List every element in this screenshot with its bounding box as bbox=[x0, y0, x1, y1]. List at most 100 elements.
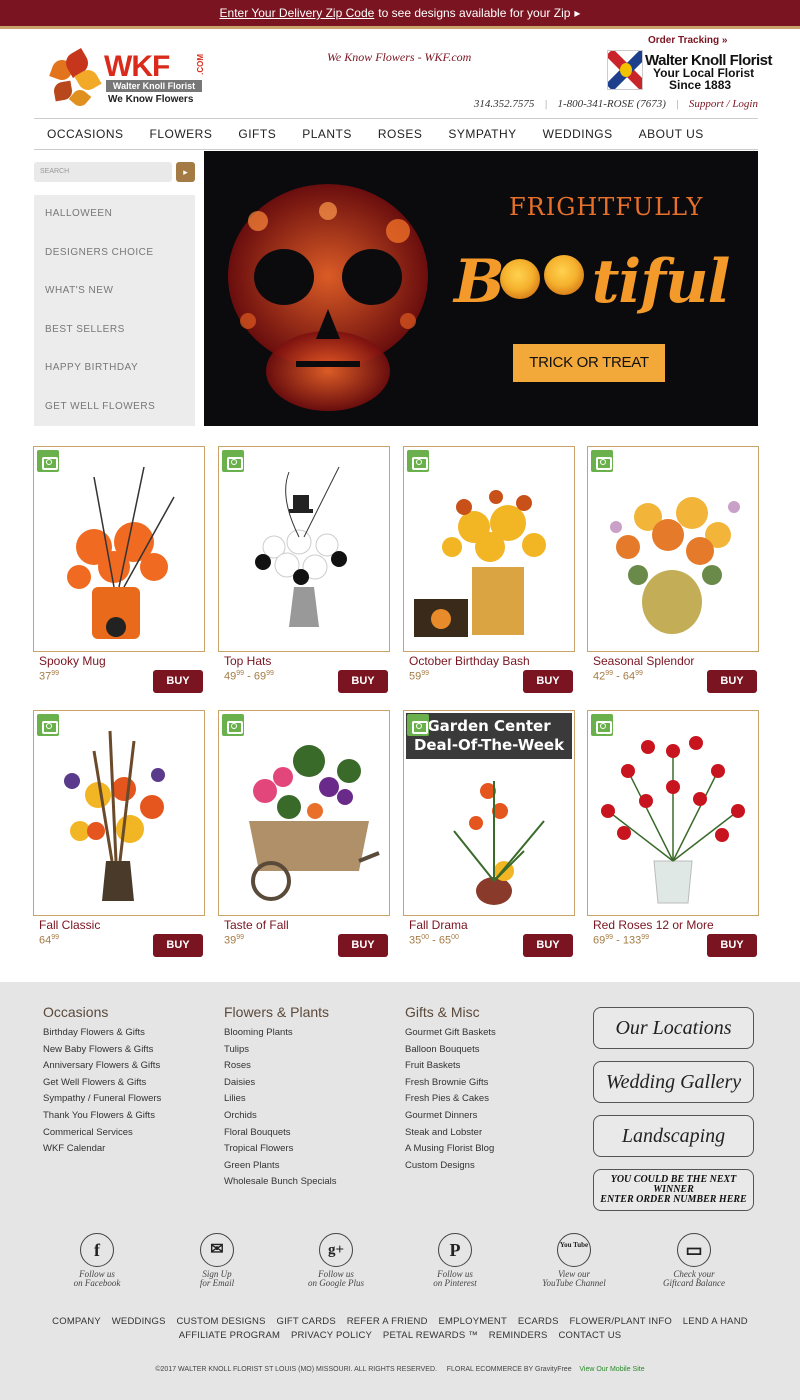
sidebar-item-best-sellers[interactable]: BEST SELLERS bbox=[34, 311, 195, 350]
footer-link[interactable]: Orchids bbox=[224, 1110, 336, 1127]
product-name[interactable]: Fall Classic bbox=[39, 918, 100, 932]
footer-link[interactable]: Gourmet Dinners bbox=[405, 1110, 496, 1127]
footer-link[interactable]: Tulips bbox=[224, 1044, 336, 1061]
phone-local[interactable]: 314.352.7575 bbox=[474, 98, 535, 110]
product-image[interactable] bbox=[587, 710, 759, 916]
mobile-site-link[interactable]: View Our Mobile Site bbox=[579, 1366, 644, 1373]
footer-link[interactable]: Fresh Pies & Cakes bbox=[405, 1093, 496, 1110]
product-name[interactable]: Top Hats bbox=[224, 654, 271, 668]
nav-gifts[interactable]: GIFTS bbox=[238, 127, 276, 141]
facebook-link[interactable]: f Follow us on Facebook bbox=[47, 1233, 147, 1288]
footer-link[interactable]: New Baby Flowers & Gifts bbox=[43, 1044, 161, 1061]
product-image[interactable] bbox=[218, 710, 390, 916]
footer-link[interactable]: Floral Bouquets bbox=[224, 1127, 336, 1144]
footer-link[interactable]: Birthday Flowers & Gifts bbox=[43, 1027, 161, 1044]
camera-icon[interactable] bbox=[407, 714, 429, 736]
footer-link-contact[interactable]: CONTACT US bbox=[558, 1330, 621, 1341]
giftcard-balance-link[interactable]: ▭ Check your Giftcard Balance bbox=[644, 1233, 744, 1288]
nav-flowers[interactable]: FLOWERS bbox=[150, 127, 213, 141]
footer-link-petal-rewards[interactable]: PETAL REWARDS ™ bbox=[383, 1330, 478, 1341]
footer-link[interactable]: Lilies bbox=[224, 1093, 336, 1110]
phone-tollfree[interactable]: 1-800-341-ROSE (7673) bbox=[557, 98, 665, 110]
camera-icon[interactable] bbox=[591, 450, 613, 472]
footer-link[interactable]: Wholesale Bunch Specials bbox=[224, 1176, 336, 1193]
footer-link-reminders[interactable]: REMINDERS bbox=[489, 1330, 548, 1341]
buy-button[interactable]: BUY bbox=[523, 934, 573, 957]
footer-link-employment[interactable]: EMPLOYMENT bbox=[438, 1316, 507, 1327]
footer-link[interactable]: Roses bbox=[224, 1060, 336, 1077]
footer-link[interactable]: Balloon Bouquets bbox=[405, 1044, 496, 1061]
delivery-zip-link[interactable]: Enter Your Delivery Zip Code bbox=[220, 6, 375, 20]
product-image[interactable] bbox=[587, 446, 759, 652]
camera-icon[interactable] bbox=[591, 714, 613, 736]
footer-link[interactable]: Get Well Flowers & Gifts bbox=[43, 1077, 161, 1094]
footer-link-company[interactable]: COMPANY bbox=[52, 1316, 101, 1327]
product-image[interactable] bbox=[33, 446, 205, 652]
footer-link-refer[interactable]: REFER A FRIEND bbox=[347, 1316, 428, 1327]
sidebar-item-happy-birthday[interactable]: HAPPY BIRTHDAY bbox=[34, 349, 195, 388]
google-plus-link[interactable]: g+ Follow us on Google Plus bbox=[286, 1233, 386, 1288]
camera-icon[interactable] bbox=[37, 714, 59, 736]
search-button[interactable]: ▸ bbox=[176, 162, 195, 182]
email-signup-link[interactable]: ✉ Sign Up for Email bbox=[167, 1233, 267, 1288]
buy-button[interactable]: BUY bbox=[338, 934, 388, 957]
footer-link-lend-a-hand[interactable]: LEND A HAND bbox=[683, 1316, 748, 1327]
product-image[interactable] bbox=[33, 710, 205, 916]
buy-button[interactable]: BUY bbox=[153, 934, 203, 957]
footer-link[interactable]: Tropical Flowers bbox=[224, 1143, 336, 1160]
nav-sympathy[interactable]: SYMPATHY bbox=[448, 127, 516, 141]
footer-link[interactable]: Gourmet Gift Baskets bbox=[405, 1027, 496, 1044]
delivery-zip-bar[interactable]: Enter Your Delivery Zip Code to see desi… bbox=[0, 0, 800, 26]
gravityfree-link[interactable]: GravityFree bbox=[535, 1366, 572, 1373]
footer-link-weddings[interactable]: WEDDINGS bbox=[112, 1316, 166, 1327]
product-name[interactable]: Red Roses 12 or More bbox=[593, 918, 714, 932]
buy-button[interactable]: BUY bbox=[707, 934, 757, 957]
buy-button[interactable]: BUY bbox=[338, 670, 388, 693]
product-name[interactable]: Taste of Fall bbox=[224, 918, 289, 932]
footer-link-gift-cards[interactable]: GIFT CARDS bbox=[277, 1316, 336, 1327]
product-name[interactable]: Seasonal Splendor bbox=[593, 654, 694, 668]
sidebar-item-get-well[interactable]: GET WELL FLOWERS bbox=[34, 388, 195, 427]
site-logo[interactable]: WKF .COM Walter Knoll Florist We Know Fl… bbox=[48, 47, 208, 110]
product-name[interactable]: Spooky Mug bbox=[39, 654, 106, 668]
camera-icon[interactable] bbox=[407, 450, 429, 472]
hero-banner[interactable]: FRIGHTFULLY Btiful TRICK OR TREAT bbox=[204, 151, 758, 426]
search-input[interactable]: SEARCH bbox=[34, 162, 172, 182]
wedding-gallery-button[interactable]: Wedding Gallery bbox=[593, 1061, 754, 1103]
footer-link[interactable]: Custom Designs bbox=[405, 1160, 496, 1177]
nav-occasions[interactable]: OCCASIONS bbox=[47, 127, 124, 141]
nav-plants[interactable]: PLANTS bbox=[302, 127, 352, 141]
camera-icon[interactable] bbox=[37, 450, 59, 472]
product-image[interactable]: Garden Center Deal-Of-The-Week bbox=[403, 710, 575, 916]
footer-link[interactable]: Commerical Services bbox=[43, 1127, 161, 1144]
pinterest-link[interactable]: P Follow us on Pinterest bbox=[405, 1233, 505, 1288]
nav-roses[interactable]: ROSES bbox=[378, 127, 423, 141]
footer-link[interactable]: Blooming Plants bbox=[224, 1027, 336, 1044]
support-login-link[interactable]: Support / Login bbox=[689, 98, 758, 110]
youtube-link[interactable]: You Tube View our YouTube Channel bbox=[524, 1233, 624, 1288]
buy-button[interactable]: BUY bbox=[707, 670, 757, 693]
footer-link-custom-designs[interactable]: CUSTOM DESIGNS bbox=[176, 1316, 265, 1327]
footer-link[interactable]: Steak and Lobster bbox=[405, 1127, 496, 1144]
camera-icon[interactable] bbox=[222, 450, 244, 472]
footer-link[interactable]: A Musing Florist Blog bbox=[405, 1143, 496, 1160]
nav-about-us[interactable]: ABOUT US bbox=[639, 127, 704, 141]
trick-or-treat-button[interactable]: TRICK OR TREAT bbox=[513, 344, 665, 382]
footer-link-affiliate[interactable]: AFFILIATE PROGRAM bbox=[179, 1330, 280, 1341]
footer-link-flower-info[interactable]: FLOWER/PLANT INFO bbox=[569, 1316, 671, 1327]
landscaping-button[interactable]: Landscaping bbox=[593, 1115, 754, 1157]
footer-link-privacy[interactable]: PRIVACY POLICY bbox=[291, 1330, 372, 1341]
product-image[interactable] bbox=[218, 446, 390, 652]
our-locations-button[interactable]: Our Locations bbox=[593, 1007, 754, 1049]
footer-link[interactable]: Anniversary Flowers & Gifts bbox=[43, 1060, 161, 1077]
product-name[interactable]: Fall Drama bbox=[409, 918, 468, 932]
footer-link[interactable]: Sympathy / Funeral Flowers bbox=[43, 1093, 161, 1110]
sidebar-item-designers-choice[interactable]: DESIGNERS CHOICE bbox=[34, 234, 195, 273]
nav-weddings[interactable]: WEDDINGS bbox=[543, 127, 613, 141]
footer-link[interactable]: Fresh Brownie Gifts bbox=[405, 1077, 496, 1094]
footer-link[interactable]: WKF Calendar bbox=[43, 1143, 161, 1160]
footer-link[interactable]: Daisies bbox=[224, 1077, 336, 1094]
product-image[interactable] bbox=[403, 446, 575, 652]
footer-link-ecards[interactable]: ECARDS bbox=[518, 1316, 559, 1327]
buy-button[interactable]: BUY bbox=[153, 670, 203, 693]
